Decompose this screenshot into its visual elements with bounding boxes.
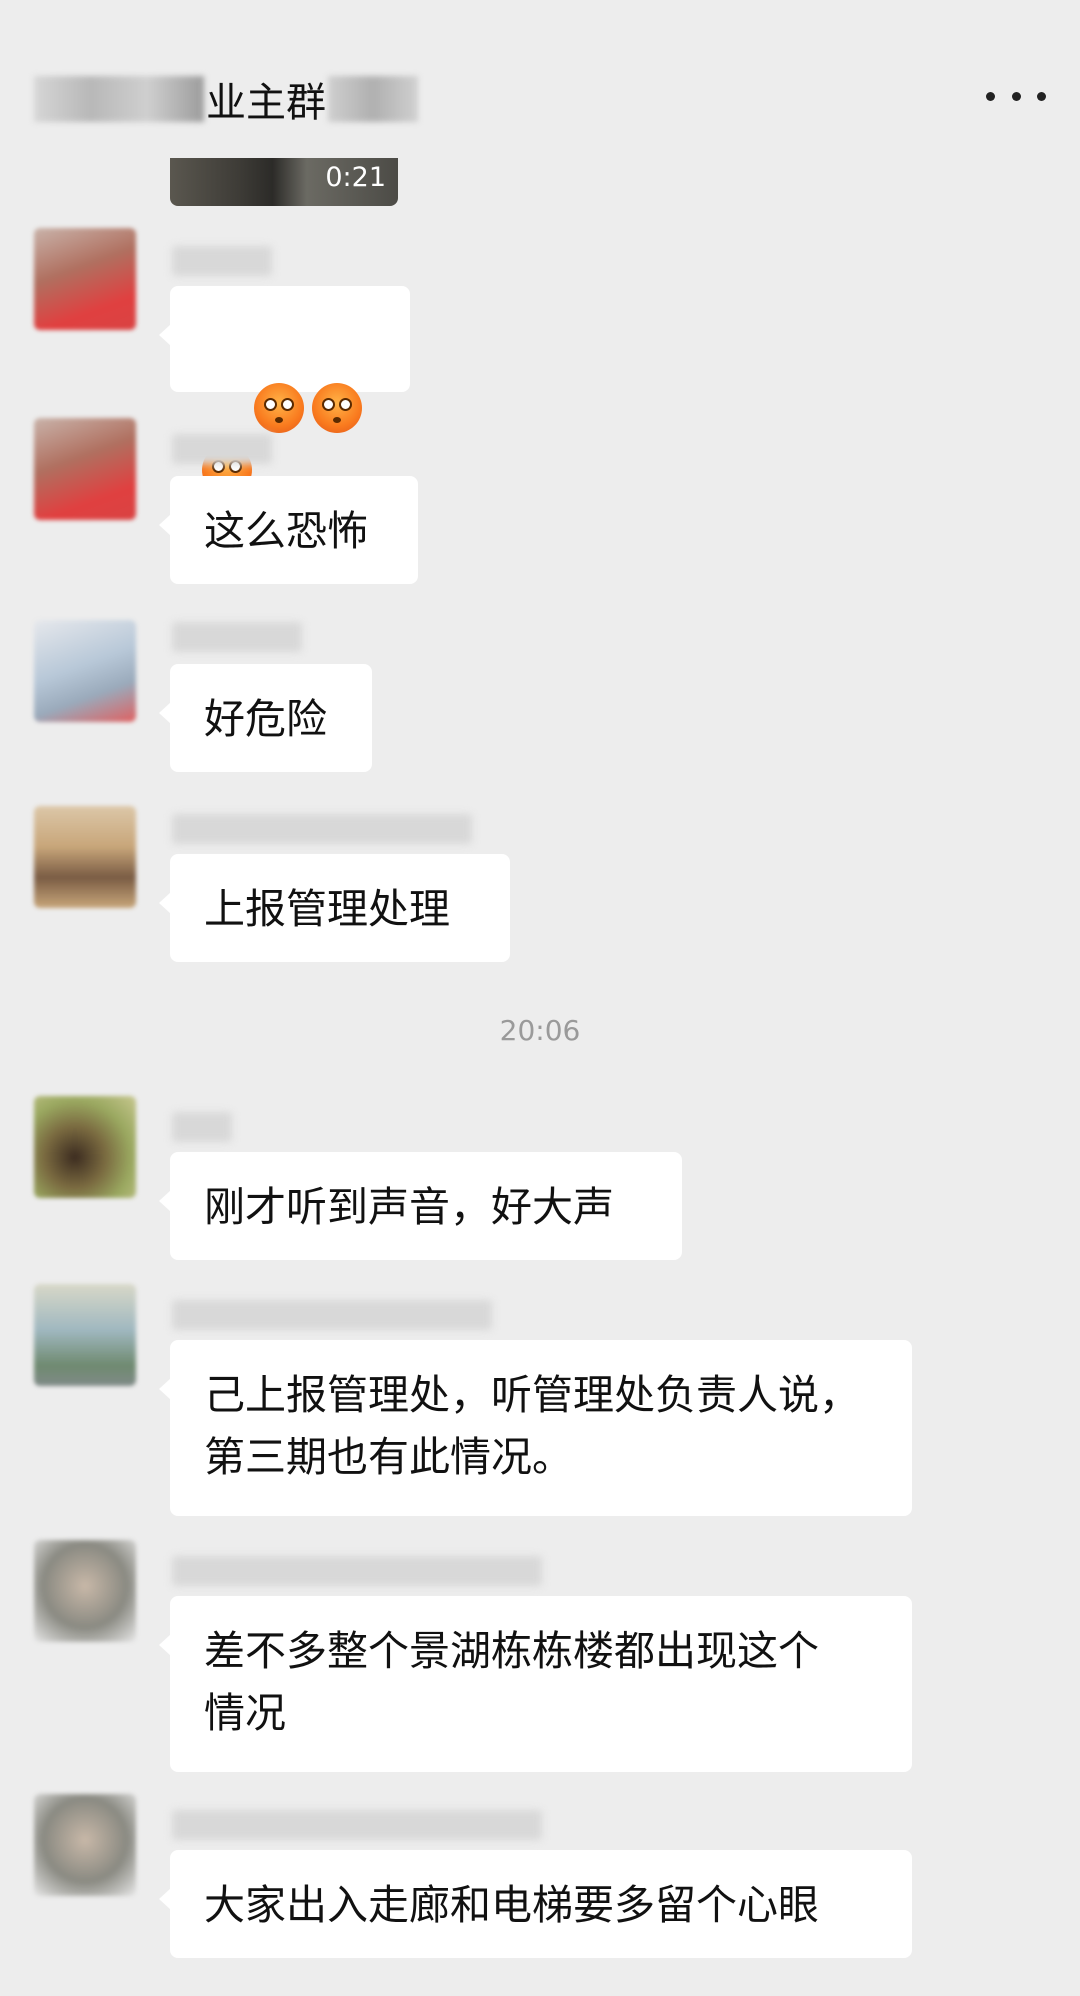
blurred-title-prefix <box>34 76 204 122</box>
sender-name <box>172 246 272 276</box>
group-title[interactable]: 业主群 <box>34 72 418 126</box>
message-bubble[interactable] <box>159 286 410 495</box>
more-dots-icon[interactable] <box>986 76 1046 116</box>
avatar[interactable] <box>34 1096 136 1198</box>
avatar[interactable] <box>34 1540 136 1642</box>
message-bubble[interactable]: 刚才听到声音，好大声 <box>159 1152 682 1260</box>
emoji-flushed-icon <box>254 383 305 433</box>
group-title-text: 业主群 <box>206 80 326 126</box>
message-bubble[interactable]: 这么恐怖 <box>159 476 418 584</box>
avatar[interactable] <box>34 1284 136 1386</box>
sender-name <box>172 814 472 844</box>
video-message[interactable]: 0:21 <box>170 158 398 206</box>
sender-name <box>172 1556 542 1586</box>
avatar[interactable] <box>34 418 136 520</box>
sender-name <box>172 1810 542 1840</box>
message-bubble[interactable]: 差不多整个景湖栋栋楼都出现这个 情况 <box>159 1596 912 1772</box>
avatar[interactable] <box>34 1794 136 1896</box>
sender-name <box>172 1112 232 1142</box>
chat-header: 业主群 <box>0 0 1080 150</box>
message-bubble[interactable]: 好危险 <box>159 664 372 772</box>
timestamp: 20:06 <box>499 1014 581 1047</box>
message-bubble[interactable]: 己上报管理处，听管理处负责人说， 第三期也有此情况。 <box>159 1340 912 1516</box>
emoji-flushed-icon <box>312 383 363 433</box>
message-bubble[interactable]: 上报管理处理 <box>159 854 510 962</box>
avatar[interactable] <box>34 620 136 722</box>
video-duration: 0:21 <box>325 162 386 193</box>
avatar[interactable] <box>34 228 136 330</box>
blurred-title-suffix <box>328 76 418 122</box>
sender-name <box>172 622 302 652</box>
message-bubble[interactable]: 大家出入走廊和电梯要多留个心眼 <box>159 1850 912 1958</box>
avatar[interactable] <box>34 806 136 908</box>
sender-name <box>172 434 272 464</box>
sender-name <box>172 1300 492 1330</box>
